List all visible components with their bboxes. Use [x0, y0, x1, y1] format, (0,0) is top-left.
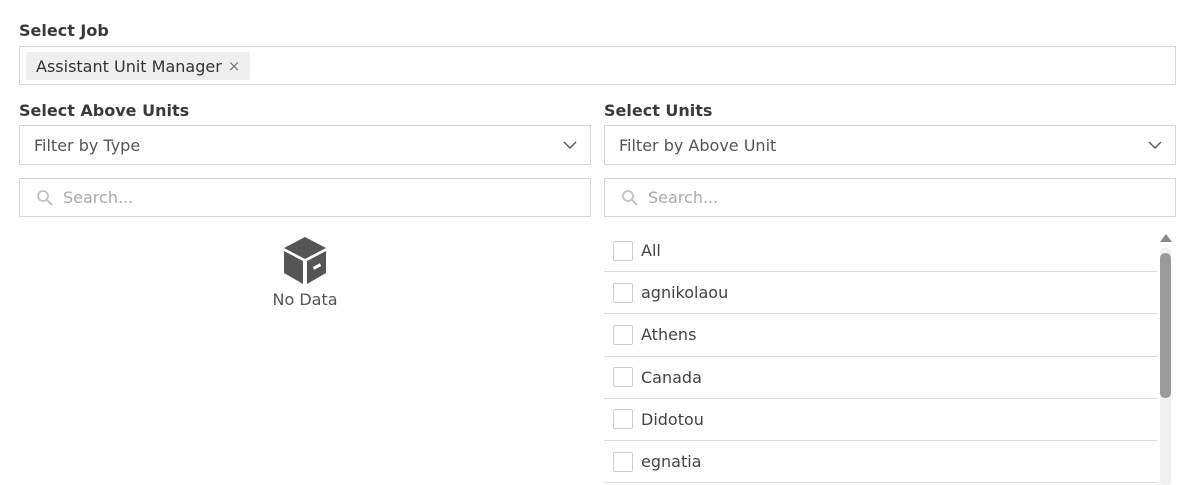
list-item-label: Athens — [641, 325, 697, 345]
list-item[interactable]: Athens — [604, 314, 1157, 357]
select-units-label: Select Units — [604, 101, 713, 120]
list-item[interactable]: egnatia — [604, 441, 1157, 484]
chevron-down-icon — [563, 141, 577, 149]
job-chip-label: Assistant Unit Manager — [36, 56, 222, 76]
checkbox[interactable] — [613, 240, 633, 261]
list-item[interactable]: All — [604, 230, 1157, 273]
job-chip: Assistant Unit Manager × — [26, 52, 251, 80]
select-above-units-label: Select Above Units — [19, 101, 190, 120]
above-units-type-filter[interactable]: Filter by Type — [19, 125, 591, 165]
units-search — [604, 178, 1176, 217]
list-item-label: egnatia — [641, 452, 702, 472]
no-data-text: No Data — [272, 290, 338, 309]
scroll-up-arrow-icon[interactable] — [1160, 234, 1172, 242]
checkbox[interactable] — [613, 451, 633, 472]
checkbox[interactable] — [613, 324, 633, 345]
units-above-unit-filter[interactable]: Filter by Above Unit — [604, 125, 1176, 165]
units-list-scrollbar[interactable] — [1159, 234, 1173, 485]
checkbox[interactable] — [613, 282, 633, 303]
list-item[interactable]: Canada — [604, 357, 1157, 399]
above-units-search-input[interactable] — [63, 179, 583, 216]
job-multiselect[interactable]: Assistant Unit Manager × — [19, 46, 1176, 85]
list-item-label: Didotou — [641, 409, 704, 429]
search-icon — [37, 190, 53, 206]
list-item[interactable]: Didotou — [604, 399, 1157, 441]
list-item[interactable]: agnikolaou — [604, 272, 1157, 315]
search-icon — [622, 190, 638, 206]
empty-state: No Data — [240, 234, 370, 309]
above-units-filter-value: Filter by Type — [34, 135, 141, 155]
scroll-thumb[interactable] — [1160, 253, 1171, 398]
close-icon[interactable]: × — [228, 58, 241, 74]
checkbox[interactable] — [613, 409, 633, 430]
checkbox[interactable] — [613, 367, 633, 388]
list-item-label: Canada — [641, 367, 702, 387]
list-item-label: agnikolaou — [641, 283, 729, 303]
box-icon — [284, 237, 326, 284]
list-item-label: All — [641, 241, 661, 261]
select-job-label: Select Job — [19, 21, 109, 40]
units-search-input[interactable] — [648, 179, 1168, 216]
chevron-down-icon — [1148, 141, 1162, 149]
above-units-search — [19, 178, 591, 217]
units-list: All agnikolaou Athens Canada Didotou egn… — [604, 230, 1157, 484]
units-filter-value: Filter by Above Unit — [619, 135, 777, 155]
